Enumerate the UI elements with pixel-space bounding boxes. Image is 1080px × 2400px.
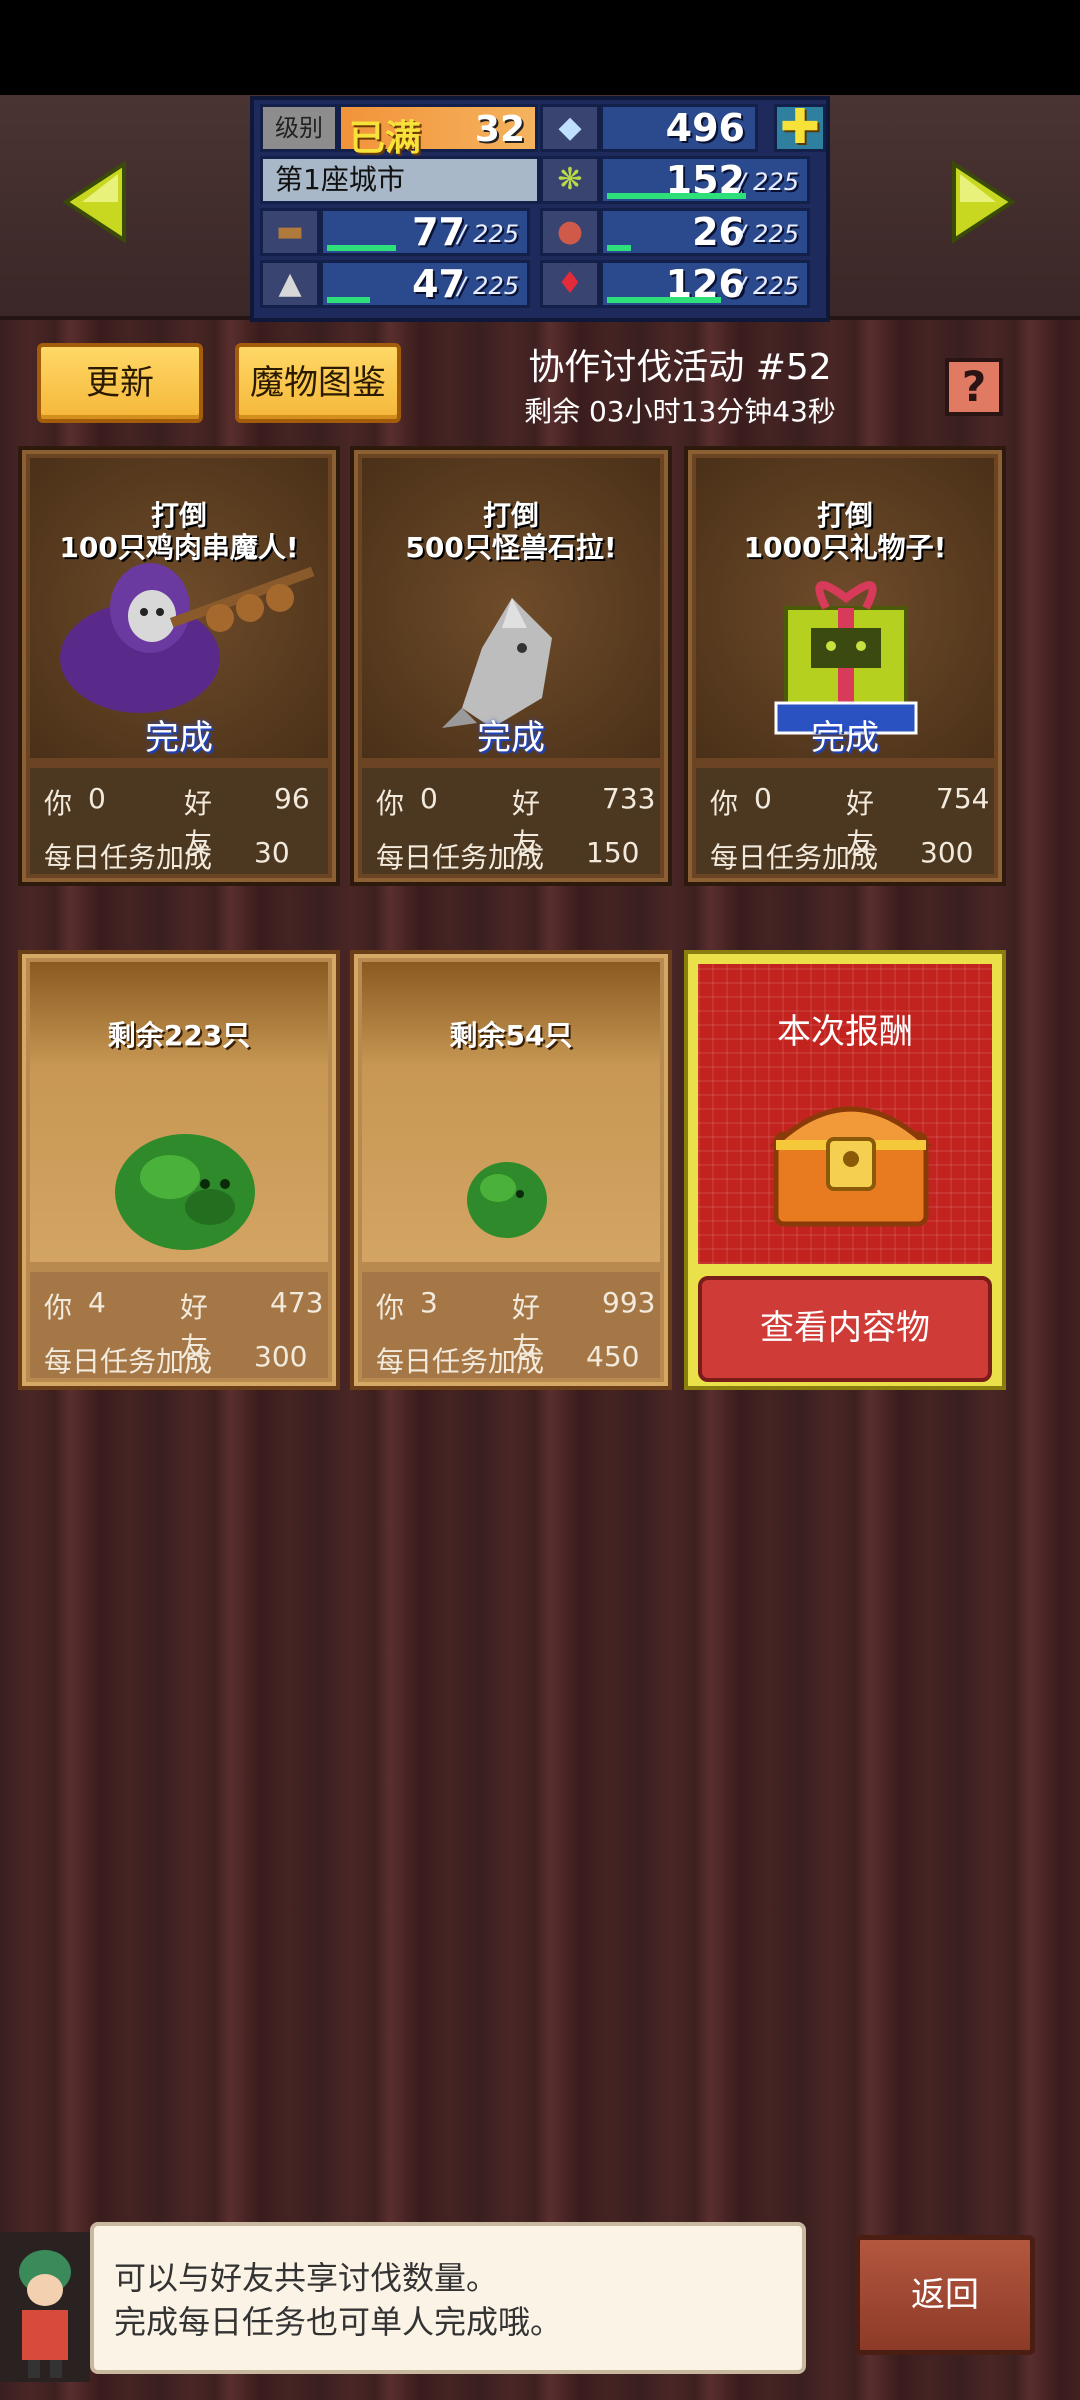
resource-ore: 47 / 225 [320, 260, 530, 308]
wheat-icon: ❋ [540, 156, 600, 204]
ruby-bar [607, 297, 722, 303]
gem-count: 496 [600, 104, 758, 152]
friend-count: 754 [936, 782, 990, 815]
bonus-label: 每日任务加成 [376, 1345, 545, 1378]
quest-card-skewer[interactable]: 打倒 100只鸡肉串魔人! 完成 你 0 好友 96 每日任务加成 30 [18, 446, 340, 886]
you-label: 你 [44, 787, 73, 820]
food-bar [607, 245, 632, 251]
you-label: 你 [376, 1291, 405, 1324]
bush-monster-icon [115, 1134, 255, 1250]
bonus-value: 150 [586, 836, 640, 869]
you-count: 0 [88, 782, 106, 815]
friend-count: 733 [602, 782, 656, 815]
ruby-icon: ♦ [540, 260, 600, 308]
quest-image-area: 打倒 1000只礼物子! 完成 [696, 458, 994, 758]
bonus-label: 每日任务加成 [44, 1345, 213, 1378]
you-count: 0 [754, 782, 772, 815]
city-name: 第1座城市 [260, 156, 540, 204]
quest-status: 完成 [477, 718, 545, 758]
food-icon: ● [540, 208, 600, 256]
ore-icon: ▲ [260, 260, 320, 308]
reward-panel: 本次报酬 [698, 964, 992, 1264]
you-count: 3 [420, 1286, 438, 1319]
quest-stats: 你 0 好友 96 每日任务加成 30 [30, 768, 328, 874]
you-label: 你 [710, 787, 739, 820]
quest-remaining: 剩余54只 [449, 1019, 573, 1052]
help-button[interactable]: ? [945, 358, 1003, 416]
quest-stats: 你 0 好友 754 每日任务加成 300 [696, 768, 994, 874]
hint-dialog: 可以与好友共享讨伐数量。 完成每日任务也可单人完成哦。 [90, 2222, 806, 2374]
bonus-label: 每日任务加成 [376, 841, 545, 874]
level-display: 已满 32 [338, 104, 538, 159]
friend-count: 473 [270, 1286, 324, 1319]
you-count: 0 [420, 782, 438, 815]
status-bar [0, 0, 1080, 95]
you-label: 你 [44, 1291, 73, 1324]
quest-stats: 你 4 好友 473 每日任务加成 300 [30, 1272, 328, 1378]
bonus-value: 30 [254, 836, 290, 869]
resource-panel: 级别 已满 32 ◆ 496 ✚ 第1座城市 ❋ 152 / 225 ▬ 77 … [250, 96, 830, 322]
resource-wood: 77 / 225 [320, 208, 530, 256]
friend-count: 993 [602, 1286, 656, 1319]
reward-title: 本次报酬 [777, 1012, 913, 1052]
resource-ruby: 126 / 225 [600, 260, 810, 308]
ore-bar [327, 297, 370, 303]
diamond-icon: ◆ [540, 104, 600, 152]
prev-city-arrow-icon[interactable] [62, 160, 128, 244]
event-remaining-time: 剩余 03小时13分钟43秒 [524, 395, 836, 428]
wood-icon: ▬ [260, 208, 320, 256]
you-count: 4 [88, 1286, 106, 1319]
quest-image-area: 打倒 100只鸡肉串魔人! 完成 [30, 458, 328, 758]
quest-title: 打倒 1000只礼物子! [743, 499, 947, 564]
quest-status: 完成 [145, 718, 213, 758]
small-bush-monster-icon [467, 1162, 547, 1238]
level-value: 32 [474, 109, 525, 150]
wheat-bar [607, 193, 746, 199]
guide-character-avatar [0, 2232, 90, 2382]
next-city-arrow-icon[interactable] [950, 160, 1016, 244]
bonus-value: 300 [920, 836, 974, 869]
bonus-value: 300 [254, 1340, 308, 1373]
quest-remaining: 剩余223只 [107, 1019, 251, 1052]
view-contents-button[interactable]: 查看内容物 [698, 1276, 992, 1382]
update-button[interactable]: 更新 [37, 343, 203, 423]
hint-line-1: 可以与好友共享讨伐数量。 [114, 2259, 499, 2297]
resource-wheat: 152 / 225 [600, 156, 810, 204]
bonus-label: 每日任务加成 [710, 841, 879, 874]
level-label: 级别 [260, 104, 338, 152]
quest-stats: 你 3 好友 993 每日任务加成 450 [362, 1272, 660, 1378]
quest-image-area: 打倒 500只怪兽石拉! 完成 [362, 458, 660, 758]
resource-food: 26 / 225 [600, 208, 810, 256]
back-button[interactable]: 返回 [855, 2235, 1035, 2355]
quest-card-present[interactable]: 打倒 1000只礼物子! 完成 你 0 好友 754 每日任务加成 300 [684, 446, 1006, 886]
quest-card-shark[interactable]: 打倒 500只怪兽石拉! 完成 你 0 好友 733 每日任务加成 150 [350, 446, 672, 886]
quest-image-area: 剩余54只 [362, 962, 660, 1262]
quest-card-bush-small[interactable]: 剩余54只 你 3 好友 993 每日任务加成 450 [350, 950, 672, 1390]
level-max-badge: 已满 [349, 118, 422, 159]
event-title: 协作讨伐活动 #52 [528, 347, 832, 388]
quest-title: 打倒 500只怪兽石拉! [405, 499, 617, 564]
you-label: 你 [376, 787, 405, 820]
quest-title: 打倒 100只鸡肉串魔人! [59, 499, 299, 564]
bonus-label: 每日任务加成 [44, 841, 213, 874]
quest-status: 完成 [811, 718, 879, 758]
wood-bar [327, 245, 397, 251]
friend-count: 96 [274, 782, 310, 815]
quest-card-bush-large[interactable]: 剩余223只 你 4 好友 473 每日任务加成 300 [18, 950, 340, 1390]
skewer-demon-icon [60, 563, 315, 713]
treasure-chest-icon [769, 1106, 933, 1227]
quest-stats: 你 0 好友 733 每日任务加成 150 [362, 768, 660, 874]
quest-image-area: 剩余223只 [30, 962, 328, 1262]
hint-line-2: 完成每日任务也可单人完成哦。 [114, 2303, 563, 2341]
reward-card: 本次报酬 查看内容物 [684, 950, 1006, 1390]
bonus-value: 450 [586, 1340, 640, 1373]
monster-book-button[interactable]: 魔物图鉴 [235, 343, 401, 423]
buy-gems-plus-button[interactable]: ✚ [774, 103, 826, 152]
